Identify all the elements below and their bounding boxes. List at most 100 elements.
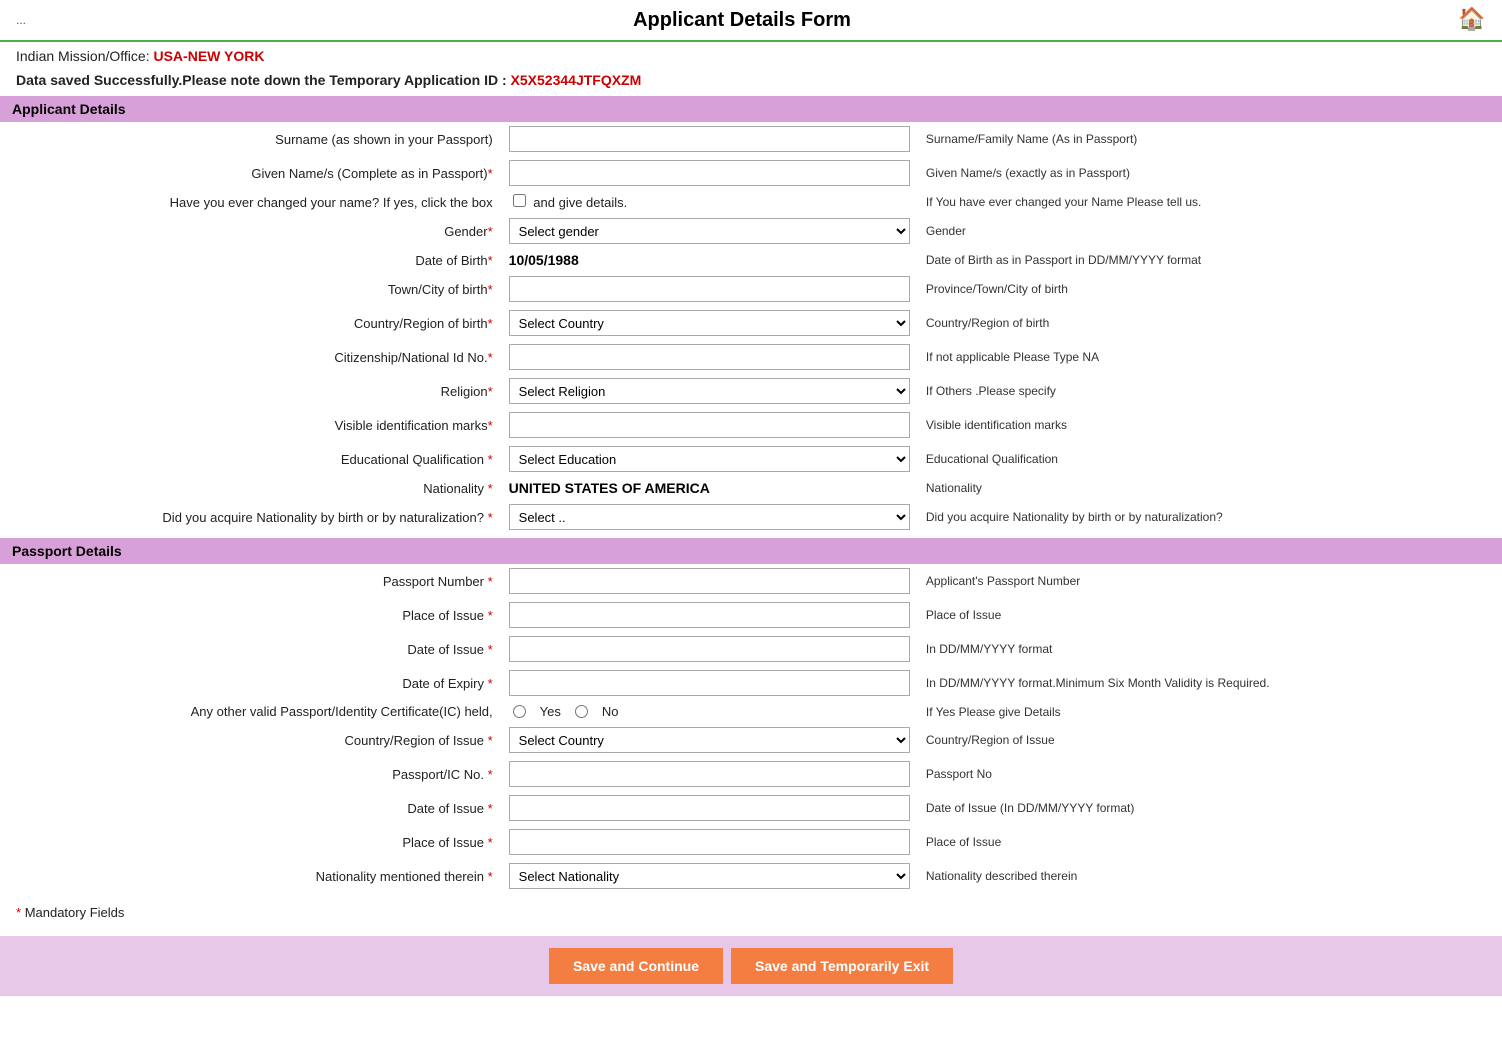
success-message: Data saved Successfully.Please note down… bbox=[0, 68, 1502, 96]
table-row: Given Name/s (Complete as in Passport)* … bbox=[0, 156, 1502, 190]
place-issue-input[interactable] bbox=[509, 602, 910, 628]
acquire-nationality-input-cell: Select .. Birth Naturalization bbox=[501, 500, 918, 534]
place-issue-ic-input-cell bbox=[501, 825, 918, 859]
passport-number-input[interactable] bbox=[509, 568, 910, 594]
nationality-therein-label: Nationality mentioned therein * bbox=[0, 859, 501, 893]
visible-marks-input-cell bbox=[501, 408, 918, 442]
passport-number-input-cell bbox=[501, 564, 918, 598]
date-issue-hint: In DD/MM/YYYY format bbox=[918, 632, 1502, 666]
date-expiry-label: Date of Expiry * bbox=[0, 666, 501, 700]
passport-ic-input[interactable] bbox=[509, 761, 910, 787]
religion-label: Religion* bbox=[0, 374, 501, 408]
table-row: Country/Region of birth* Select Country … bbox=[0, 306, 1502, 340]
acquire-nationality-label: Did you acquire Nationality by birth or … bbox=[0, 500, 501, 534]
save-exit-button[interactable]: Save and Temporarily Exit bbox=[731, 948, 953, 984]
country-birth-input-cell: Select Country bbox=[501, 306, 918, 340]
gender-hint: Gender bbox=[918, 214, 1502, 248]
nav-links: ... bbox=[16, 13, 26, 27]
nationality-value: UNITED STATES OF AMERICA bbox=[509, 480, 710, 496]
changed-name-label: Have you ever changed your name? If yes,… bbox=[0, 190, 501, 214]
table-row: Citizenship/National Id No.* If not appl… bbox=[0, 340, 1502, 374]
table-row: Did you acquire Nationality by birth or … bbox=[0, 500, 1502, 534]
religion-select[interactable]: Select Religion Hindu Muslim Christian S… bbox=[509, 378, 910, 404]
home-icon[interactable]: 🏠 bbox=[1458, 6, 1486, 34]
given-name-hint: Given Name/s (exactly as in Passport) bbox=[918, 156, 1502, 190]
country-birth-select[interactable]: Select Country bbox=[509, 310, 910, 336]
table-row: Country/Region of Issue * Select Country… bbox=[0, 723, 1502, 757]
dob-label: Date of Birth* bbox=[0, 248, 501, 272]
town-label: Town/City of birth* bbox=[0, 272, 501, 306]
other-passport-no-radio[interactable] bbox=[575, 705, 588, 718]
footer-buttons: Save and Continue Save and Temporarily E… bbox=[0, 936, 1502, 996]
visible-marks-hint: Visible identification marks bbox=[918, 408, 1502, 442]
passport-details-table: Passport Number * Applicant's Passport N… bbox=[0, 564, 1502, 893]
other-passport-hint: If Yes Please give Details bbox=[918, 700, 1502, 723]
mandatory-text: Mandatory Fields bbox=[25, 905, 125, 920]
date-issue-ic-input-cell bbox=[501, 791, 918, 825]
date-issue-ic-hint: Date of Issue (In DD/MM/YYYY format) bbox=[918, 791, 1502, 825]
surname-input[interactable] bbox=[509, 126, 910, 152]
nationality-therein-select[interactable]: Select Nationality bbox=[509, 863, 910, 889]
citizenship-label: Citizenship/National Id No.* bbox=[0, 340, 501, 374]
date-issue-label: Date of Issue * bbox=[0, 632, 501, 666]
nationality-therein-input-cell: Select Nationality bbox=[501, 859, 918, 893]
gender-input-cell: Select gender Male Female Other bbox=[501, 214, 918, 248]
table-row: Religion* Select Religion Hindu Muslim C… bbox=[0, 374, 1502, 408]
table-row: Nationality mentioned therein * Select N… bbox=[0, 859, 1502, 893]
date-expiry-hint: In DD/MM/YYYY format.Minimum Six Month V… bbox=[918, 666, 1502, 700]
changed-name-text: and give details. bbox=[533, 195, 627, 210]
surname-hint: Surname/Family Name (As in Passport) bbox=[918, 122, 1502, 156]
table-row: Passport Number * Applicant's Passport N… bbox=[0, 564, 1502, 598]
changed-name-hint: If You have ever changed your Name Pleas… bbox=[918, 190, 1502, 214]
passport-details-header: Passport Details bbox=[0, 538, 1502, 564]
town-hint: Province/Town/City of birth bbox=[918, 272, 1502, 306]
place-issue-ic-hint: Place of Issue bbox=[918, 825, 1502, 859]
dob-value: 10/05/1988 bbox=[509, 252, 579, 268]
applicant-details-table: Surname (as shown in your Passport) Surn… bbox=[0, 122, 1502, 534]
dob-value-cell: 10/05/1988 bbox=[501, 248, 918, 272]
date-issue-ic-input[interactable] bbox=[509, 795, 910, 821]
place-issue-ic-input[interactable] bbox=[509, 829, 910, 855]
table-row: Date of Expiry * In DD/MM/YYYY format.Mi… bbox=[0, 666, 1502, 700]
date-issue-input[interactable] bbox=[509, 636, 910, 662]
place-issue-label: Place of Issue * bbox=[0, 598, 501, 632]
acquire-nationality-select[interactable]: Select .. Birth Naturalization bbox=[509, 504, 910, 530]
country-issue-label: Country/Region of Issue * bbox=[0, 723, 501, 757]
table-row: Passport/IC No. * Passport No bbox=[0, 757, 1502, 791]
country-issue-hint: Country/Region of Issue bbox=[918, 723, 1502, 757]
education-label: Educational Qualification * bbox=[0, 442, 501, 476]
table-row: Nationality * UNITED STATES OF AMERICA N… bbox=[0, 476, 1502, 500]
mission-label: Indian Mission/Office: bbox=[16, 48, 150, 64]
visible-marks-input[interactable] bbox=[509, 412, 910, 438]
education-hint: Educational Qualification bbox=[918, 442, 1502, 476]
success-text: Data saved Successfully.Please note down… bbox=[16, 72, 507, 88]
place-issue-ic-label: Place of Issue * bbox=[0, 825, 501, 859]
gender-label: Gender* bbox=[0, 214, 501, 248]
country-issue-select[interactable]: Select Country bbox=[509, 727, 910, 753]
passport-ic-hint: Passport No bbox=[918, 757, 1502, 791]
table-row: Visible identification marks* Visible id… bbox=[0, 408, 1502, 442]
nationality-hint: Nationality bbox=[918, 476, 1502, 500]
town-input[interactable] bbox=[509, 276, 910, 302]
citizenship-hint: If not applicable Please Type NA bbox=[918, 340, 1502, 374]
surname-input-cell bbox=[501, 122, 918, 156]
education-input-cell: Select Education Below Matric Matric Hig… bbox=[501, 442, 918, 476]
country-birth-label: Country/Region of birth* bbox=[0, 306, 501, 340]
gender-select[interactable]: Select gender Male Female Other bbox=[509, 218, 910, 244]
mandatory-asterisk: * bbox=[16, 905, 21, 920]
changed-name-checkbox[interactable] bbox=[513, 194, 526, 207]
dob-hint: Date of Birth as in Passport in DD/MM/YY… bbox=[918, 248, 1502, 272]
save-continue-button[interactable]: Save and Continue bbox=[549, 948, 723, 984]
given-name-input[interactable] bbox=[509, 160, 910, 186]
date-issue-input-cell bbox=[501, 632, 918, 666]
other-passport-yes-radio[interactable] bbox=[513, 705, 526, 718]
date-issue-ic-label: Date of Issue * bbox=[0, 791, 501, 825]
table-row: Place of Issue * Place of Issue bbox=[0, 598, 1502, 632]
nationality-label: Nationality * bbox=[0, 476, 501, 500]
date-expiry-input[interactable] bbox=[509, 670, 910, 696]
given-name-label: Given Name/s (Complete as in Passport)* bbox=[0, 156, 501, 190]
citizenship-input-cell bbox=[501, 340, 918, 374]
education-select[interactable]: Select Education Below Matric Matric Hig… bbox=[509, 446, 910, 472]
citizenship-input[interactable] bbox=[509, 344, 910, 370]
surname-label: Surname (as shown in your Passport) bbox=[0, 122, 501, 156]
